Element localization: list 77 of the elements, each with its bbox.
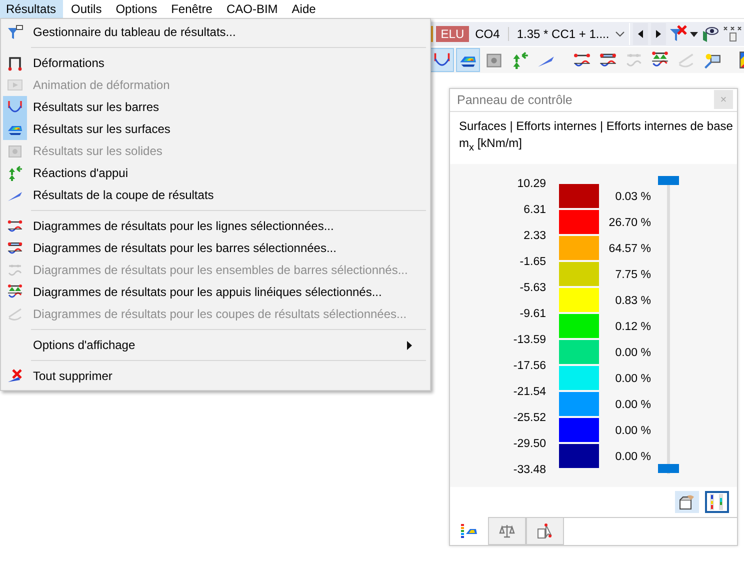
filter-remove-icon[interactable] [669,25,689,43]
legend-value: -17.56 [513,359,546,374]
percentage: 7.75 % [615,268,651,283]
menu-item[interactable]: Diagrammes de résultats pour les appuis linéiques sélectionnés... [1,281,430,303]
legend-icon [460,522,478,538]
menu-bar-item[interactable]: Outils [65,0,108,18]
slider-handle[interactable] [658,176,679,185]
menu-item[interactable]: Résultats de la coupe de résultats [1,184,430,206]
menu-bar-item[interactable]: Options [110,0,164,18]
menu-item[interactable]: Gestionnaire du tableau de résultats... [1,21,430,43]
chevron-icon [615,31,626,37]
percentage: 26.70 % [608,216,651,231]
menu-bar-item[interactable]: Résultats [0,0,64,18]
combination-label: CO4 [472,27,509,41]
slider-handle[interactable] [658,464,679,473]
panel-title: Panneau de contrôle [457,92,572,107]
bar-diagram-icon [7,240,23,256]
cube-icon [7,143,23,159]
left-triangle-icon [638,30,644,38]
menu-bar-item[interactable]: Aide [286,0,322,18]
combination-dropdown[interactable]: 1.35 * CC1 + 1.... [512,23,630,45]
funnel-icon [7,24,23,40]
percentage: 64.57 % [608,242,651,257]
eye-icon[interactable] [701,25,719,43]
cut-diagram-icon [7,306,23,322]
bar-set-diagram-icon [7,262,23,278]
panel-tab[interactable] [488,518,526,545]
color-scale-icon [708,493,726,511]
legend-heading: m$_{x}$ [kNm/m] [459,134,523,155]
previous-button[interactable] [633,23,648,45]
legend-value: -25.52 [513,411,546,426]
legend-value: -9.61 [520,307,546,322]
legend-value: 2.33 [524,229,546,244]
menu-item[interactable]: Réactions d'appui [1,162,430,184]
menu-bar-item[interactable]: CAO-BIM [220,0,284,18]
line-diagram-icon [7,218,23,234]
menu-item[interactable]: Options d'affichage [1,334,430,356]
film-icon [7,77,23,93]
right-triangle-icon [656,30,662,38]
box-hand-icon [678,493,696,511]
support-diagram-icon [7,284,23,300]
legend-value: -13.59 [513,333,546,348]
percentage: 0.00 % [615,398,651,413]
percentage: 0.00 % [615,346,651,361]
menu-item[interactable]: Tout supprimer [1,365,430,387]
legend-value: -29.50 [513,437,546,452]
numbering-icon[interactable] [722,25,744,43]
panel-tab[interactable] [450,517,488,545]
legend-value: -33.48 [513,463,546,478]
panel-button[interactable] [705,491,729,513]
menu-item[interactable]: Résultats sur les surfaces [1,118,430,140]
percentage: 0.00 % [615,450,651,465]
legend-value: -5.63 [520,281,546,296]
menu-item[interactable]: Résultats sur les barres [1,96,430,118]
result-type-badge: ELU [436,26,470,42]
caret-icon[interactable] [690,32,698,36]
legend-value: -1.65 [520,255,546,270]
panel-tab[interactable] [526,518,564,545]
balance-icon [498,523,516,539]
percentage: 0.12 % [615,320,651,335]
support-arrows-icon [7,165,23,181]
frame-icon [7,55,23,71]
percentage: 0.00 % [615,424,651,439]
menu-item[interactable]: Diagrammes de résultats pour les barres sélectionnées... [1,237,430,259]
legend-value: 10.29 [517,177,546,192]
percentage: 0.00 % [615,372,651,387]
menu-bar-item[interactable]: Fenêtre [165,0,218,18]
next-button[interactable] [651,23,666,45]
percentage: 0.83 % [615,294,651,309]
panel-button[interactable] [675,491,699,513]
legend-value: 6.31 [524,203,546,218]
menu-item[interactable]: Diagrammes de résultats pour les lignes sélectionnées... [1,215,430,237]
delete-icon [7,368,23,384]
percentage: 0.03 % [615,190,651,205]
legend-value: -21.54 [513,385,546,400]
beam-diagram-icon [7,99,23,115]
document-pointer-icon [536,523,554,539]
